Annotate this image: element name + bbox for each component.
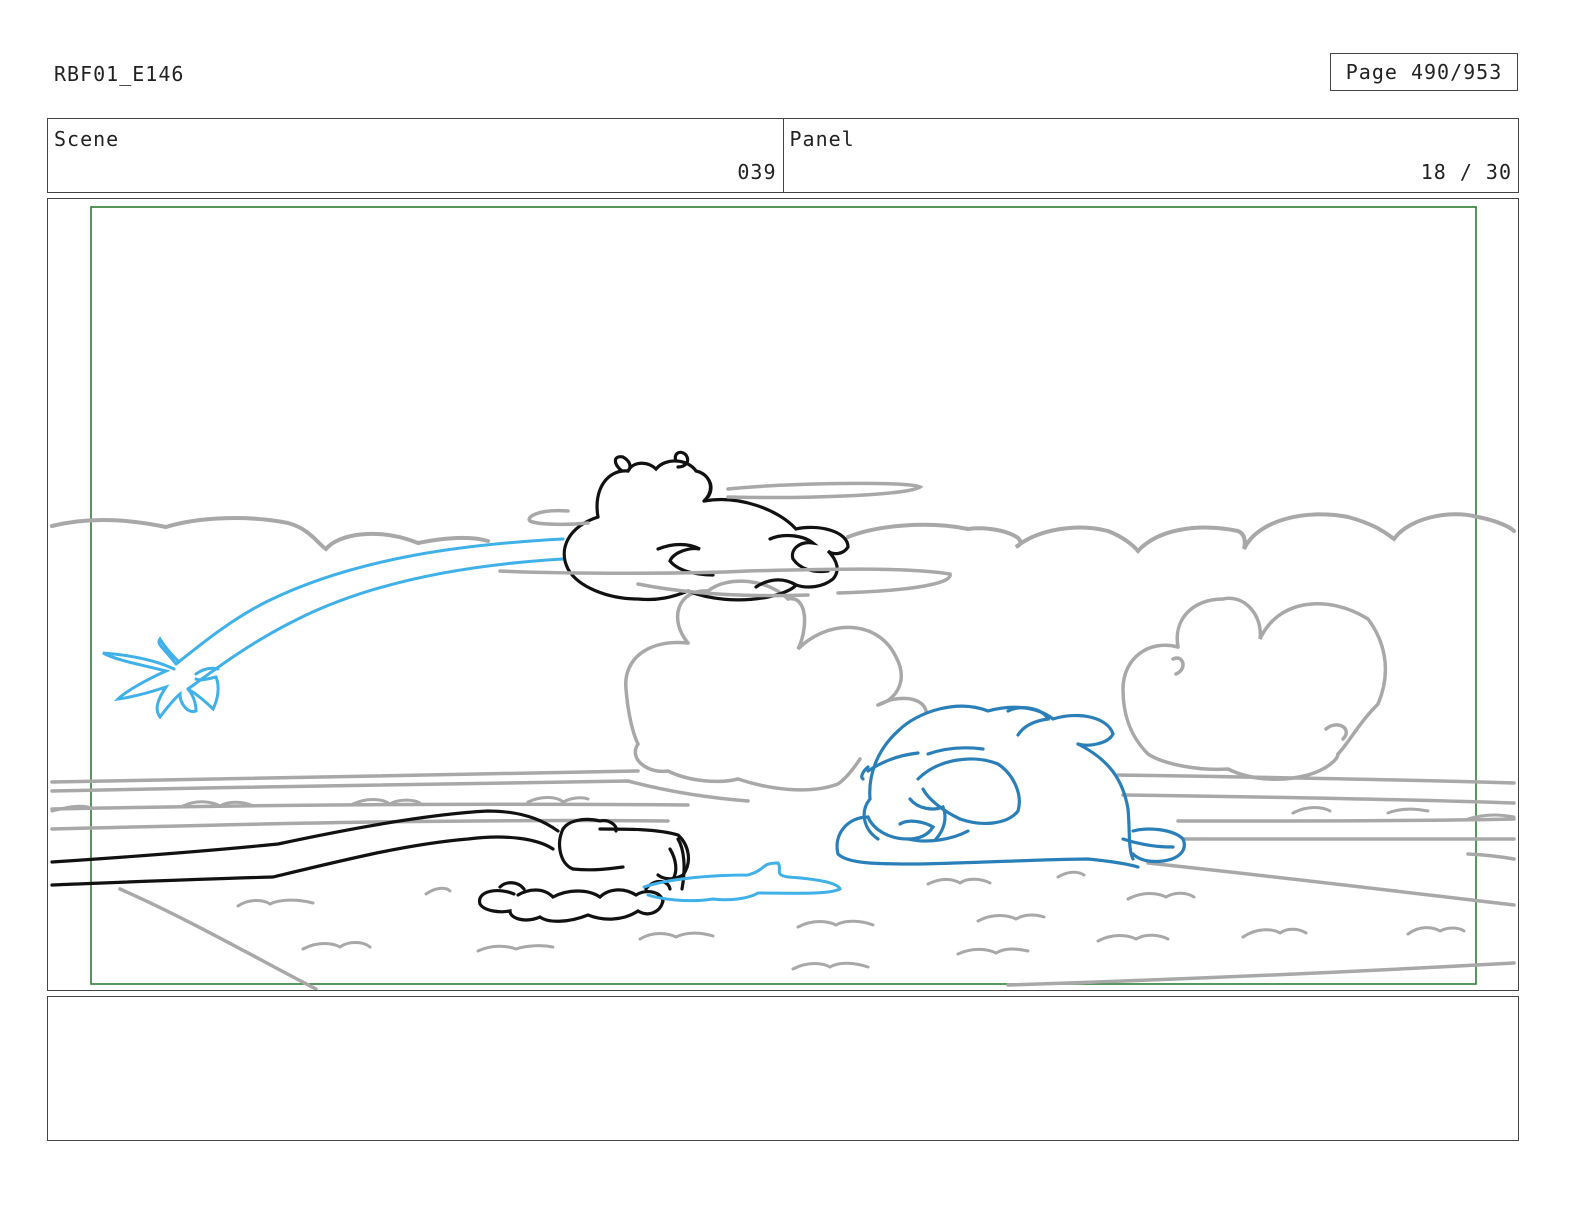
flying-character: [562, 450, 850, 602]
scene-cell: Scene 039: [48, 119, 783, 192]
page-indicator: Page 490/953: [1330, 53, 1518, 91]
panel-number: 18 / 30: [1420, 160, 1512, 184]
panel-cell: Panel 18 / 30: [782, 119, 1519, 192]
storyboard-sketch: [50, 206, 1516, 990]
pool-edges: [50, 769, 1516, 990]
page-label: Page 490/953: [1345, 60, 1503, 84]
notes-box: [47, 996, 1519, 1141]
scene-label: Scene: [54, 127, 120, 151]
info-row: Scene 039 Panel 18 / 30: [47, 118, 1519, 193]
storyboard-frame: [47, 198, 1519, 991]
puddle: [642, 861, 842, 903]
scene-number: 039: [737, 160, 777, 184]
water-jet: [102, 537, 565, 720]
panel-label: Panel: [789, 127, 855, 151]
document-id: RBF01_E146: [54, 62, 185, 86]
bushes: [624, 579, 1388, 792]
